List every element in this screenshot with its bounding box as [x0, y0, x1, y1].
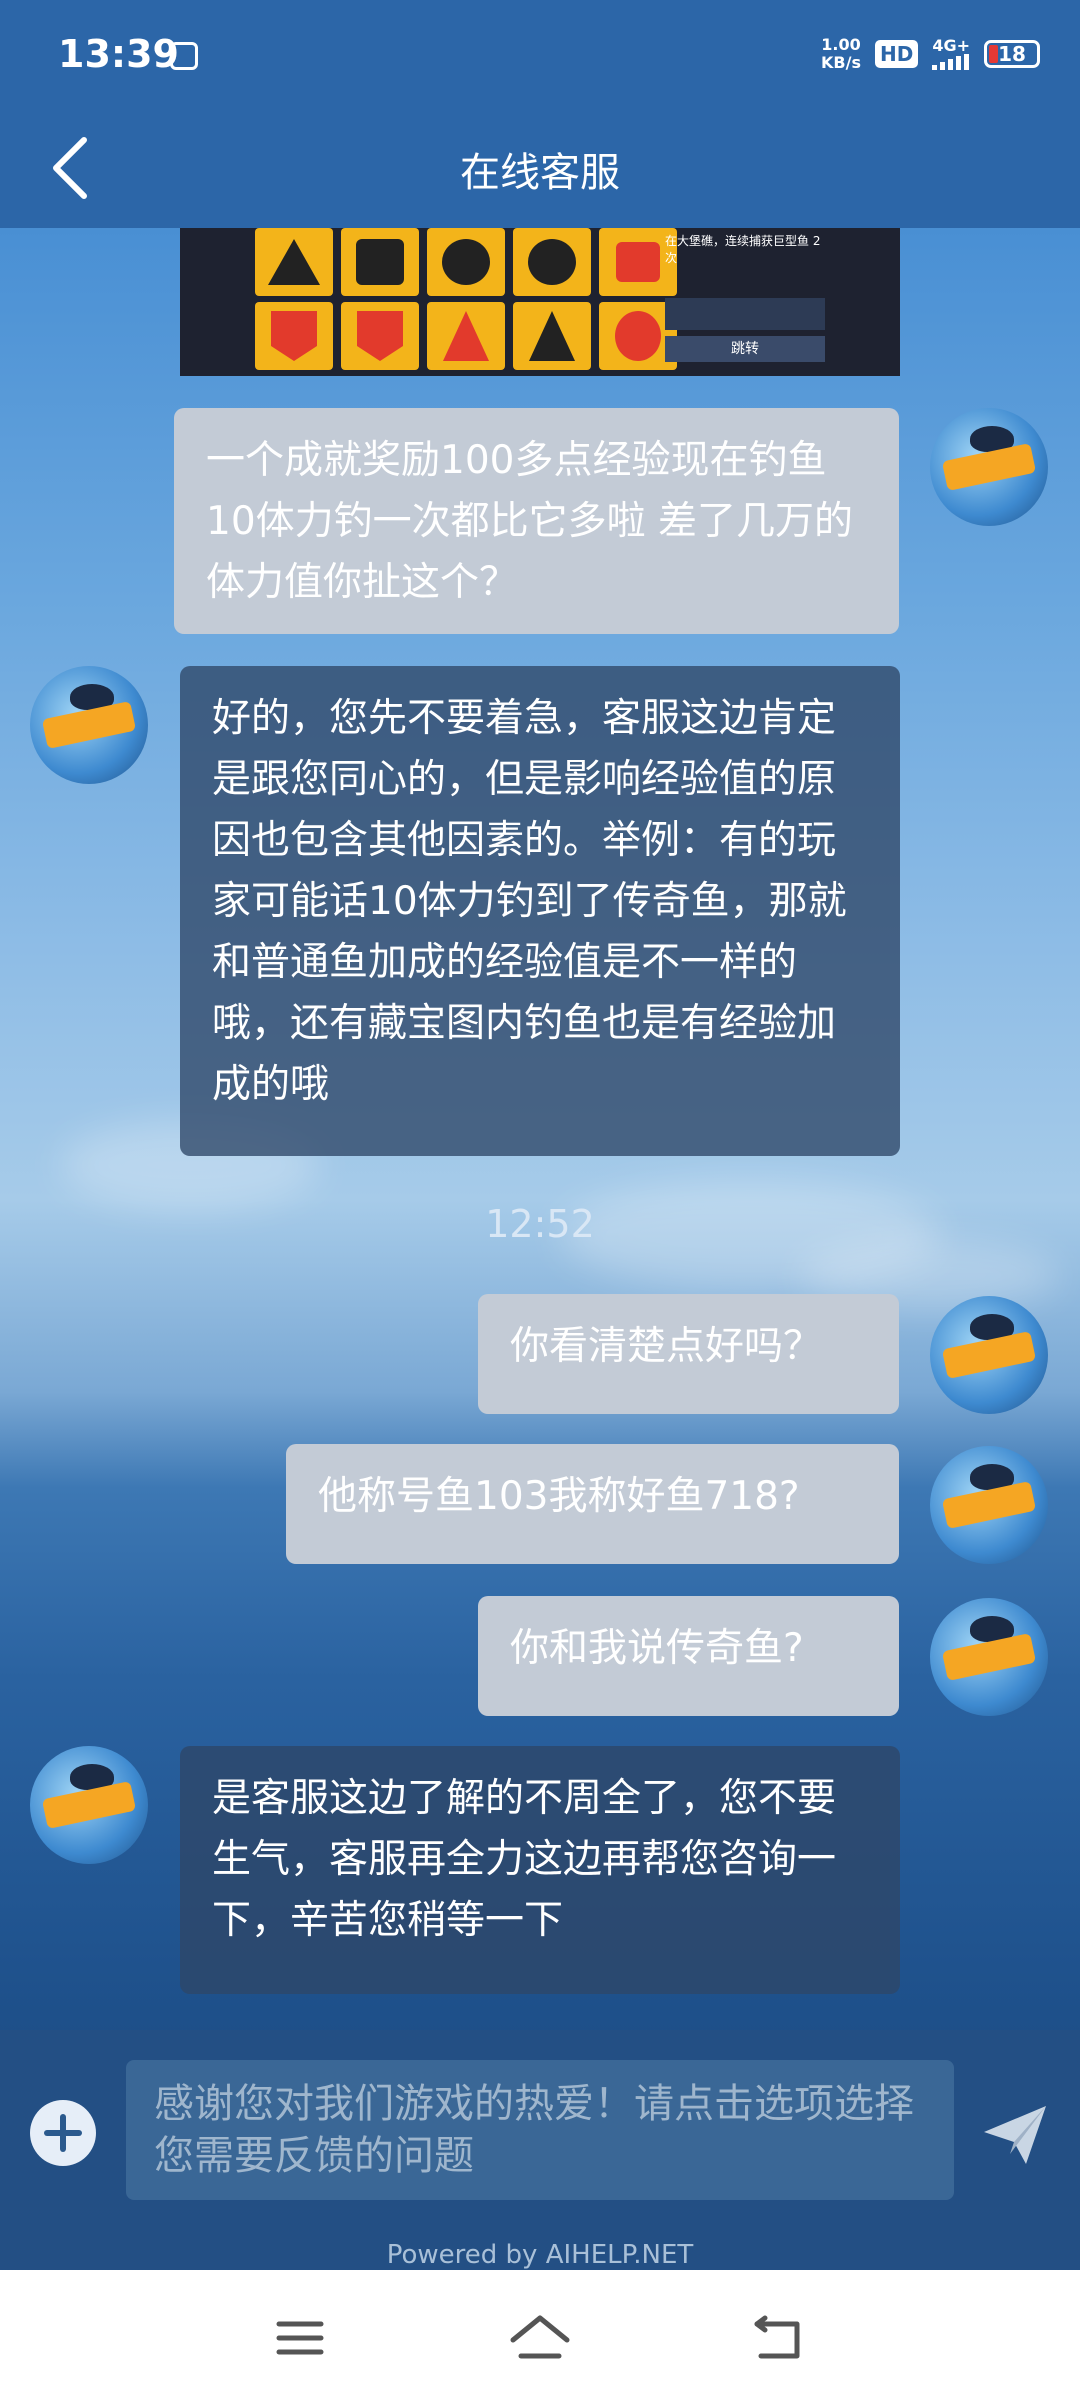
user-message: 他称号鱼103我称好鱼718?	[286, 1444, 899, 1564]
message-text: 你看清楚点好吗？	[510, 1324, 823, 1369]
battery-level: 18	[998, 42, 1026, 66]
home-icon	[510, 2315, 570, 2359]
message-input[interactable]: 感谢您对我们游戏的热爱！请点击选项选择您需要反馈的问题	[126, 2060, 954, 2200]
agent-avatar[interactable]	[30, 1746, 148, 1864]
user-message: 你和我说传奇鱼?	[478, 1596, 899, 1716]
message-text: 一个成就奖励100多点经验现在钓鱼10体力钓一次都比它多啦 差了几万的体力值你扯…	[206, 438, 854, 605]
network-type: 4G+	[932, 36, 970, 55]
user-avatar[interactable]	[930, 1296, 1048, 1414]
agent-avatar[interactable]	[30, 666, 148, 784]
status-right: 1.00 KB/s HD 4G+ 18	[821, 36, 1040, 72]
hd-badge: HD	[874, 40, 919, 68]
user-avatar[interactable]	[930, 408, 1048, 526]
home-button[interactable]	[505, 2310, 575, 2366]
medal-icon	[427, 228, 505, 296]
plus-icon	[44, 2114, 82, 2152]
reward-icons	[665, 298, 825, 330]
achievement-grid	[255, 228, 679, 370]
message-text: 他称号鱼103我称好鱼718?	[318, 1474, 800, 1519]
achievement-description: 在大堡礁，连续捕获巨型鱼 2 次	[665, 232, 825, 266]
achievement-desc-line: 在大堡礁，连续捕获巨型鱼 2	[665, 234, 821, 248]
powered-by: Powered by AIHELP.NET	[386, 2240, 694, 2270]
medal-icon	[341, 228, 419, 296]
status-bar: 13:39 1.00 KB/s HD 4G+ 18	[0, 0, 1080, 110]
message-text: 好的，您先不要着急，客服这边肯定是跟您同心的，但是影响经验值的原因也包含其他因素…	[212, 696, 847, 1107]
medal-icon	[513, 228, 591, 296]
medal-icon	[427, 302, 505, 370]
user-message: 你看清楚点好吗？	[478, 1294, 899, 1414]
add-button[interactable]	[30, 2100, 96, 2166]
chat-list[interactable]: 在大堡礁，连续捕获巨型鱼 2 次 跳转 一个成就奖励100多点经验现在钓鱼10体…	[0, 228, 1080, 2030]
user-avatar[interactable]	[930, 1446, 1048, 1564]
app-notification-icon	[170, 42, 198, 70]
input-area: 感谢您对我们游戏的热爱！请点击选项选择您需要反馈的问题 Powered by A…	[0, 2030, 1080, 2270]
signal-icon: 4G+	[932, 38, 970, 70]
medal-icon	[255, 302, 333, 370]
menu-icon	[276, 2321, 324, 2355]
user-message: 一个成就奖励100多点经验现在钓鱼10体力钓一次都比它多啦 差了几万的体力值你扯…	[174, 408, 899, 634]
medal-icon	[341, 302, 419, 370]
user-avatar[interactable]	[930, 1598, 1048, 1716]
back-nav-button[interactable]	[745, 2310, 815, 2366]
network-speed: 1.00 KB/s	[821, 36, 861, 72]
menu-button[interactable]	[265, 2310, 335, 2366]
message-text: 你和我说传奇鱼?	[510, 1626, 804, 1671]
achievement-desc-line: 次	[665, 251, 678, 265]
top-nav: 在线客服	[0, 110, 1080, 228]
status-time: 13:39	[58, 32, 179, 76]
system-nav-bar	[0, 2270, 1080, 2400]
jump-button: 跳转	[665, 336, 825, 362]
battery-icon: 18	[984, 40, 1040, 68]
message-timestamp: 12:52	[485, 1202, 595, 1246]
network-speed-value: 1.00	[821, 35, 861, 54]
return-icon	[754, 2315, 800, 2359]
image-message[interactable]: 在大堡礁，连续捕获巨型鱼 2 次 跳转	[180, 228, 900, 376]
network-speed-unit: KB/s	[821, 53, 861, 72]
send-button[interactable]	[980, 2102, 1050, 2168]
agent-message: 是客服这边了解的不周全了，您不要生气，客服再全力这边再帮您咨询一下，辛苦您稍等一…	[180, 1746, 900, 1994]
page-title: 在线客服	[460, 150, 620, 196]
medal-icon	[513, 302, 591, 370]
medal-icon	[255, 228, 333, 296]
signal-bars	[932, 54, 970, 70]
message-text: 是客服这边了解的不周全了，您不要生气，客服再全力这边再帮您咨询一下，辛苦您稍等一…	[212, 1776, 837, 1943]
agent-message: 好的，您先不要着急，客服这边肯定是跟您同心的，但是影响经验值的原因也包含其他因素…	[180, 666, 900, 1156]
send-icon	[984, 2106, 1046, 2164]
